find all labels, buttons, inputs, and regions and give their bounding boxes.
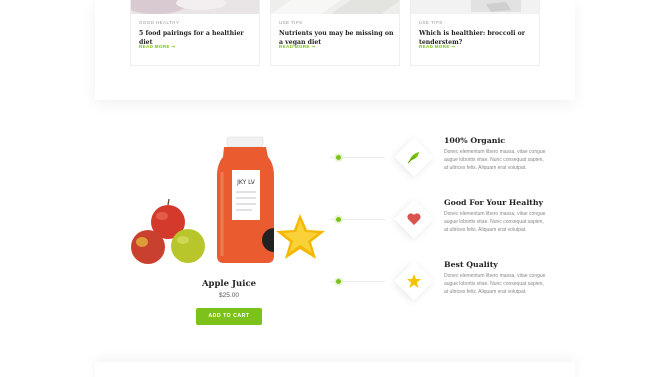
feature-title: 100% Organic <box>444 136 506 145</box>
blog-thumbnail[interactable] <box>131 0 259 14</box>
read-more-label: READ MORE <box>419 44 450 49</box>
blog-card[interactable]: GOOD HEALTHY 5 food pairings for a healt… <box>130 0 260 66</box>
product-image[interactable]: JKY LV <box>128 132 333 270</box>
heart-icon <box>403 208 425 230</box>
feature-description: Donec elementum libero massa, vitae cong… <box>444 149 546 172</box>
read-more-label: READ MORE <box>139 44 170 49</box>
feature-description: Donec elementum libero massa, vitae cong… <box>444 273 546 296</box>
feature-description: Donec elementum libero massa, vitae cong… <box>444 211 546 234</box>
feature-dot <box>334 153 343 162</box>
blog-card[interactable]: USE TIPS Nutrients you may be missing on… <box>270 0 400 66</box>
blog-category: USE TIPS <box>279 20 303 25</box>
star-icon <box>403 270 425 292</box>
feature-title: Best Quality <box>444 260 498 269</box>
arrow-right-icon: ➞ <box>171 44 176 49</box>
product-price: $25.00 <box>219 292 239 299</box>
bottle-label-text: JKY LV <box>236 179 256 186</box>
read-more-link[interactable]: READ MORE ➞ <box>139 44 176 50</box>
leaf-icon <box>403 146 425 168</box>
feature-title: Good For Your Healthy <box>444 198 544 207</box>
blog-card[interactable]: USE TIPS Which is healthier: broccoli or… <box>410 0 540 66</box>
read-more-link[interactable]: READ MORE ➞ <box>419 44 456 50</box>
product-name[interactable]: Apple Juice <box>180 279 278 289</box>
read-more-link[interactable]: READ MORE ➞ <box>279 44 316 50</box>
blog-thumbnail[interactable] <box>411 0 539 14</box>
next-section <box>95 362 575 377</box>
add-to-cart-button[interactable]: ADD TO CART <box>196 308 262 325</box>
arrow-right-icon: ➞ <box>311 44 316 49</box>
feature-dot <box>334 215 343 224</box>
blog-category: USE TIPS <box>419 20 443 25</box>
arrow-right-icon: ➞ <box>451 44 456 49</box>
feature-dot <box>334 277 343 286</box>
blog-thumbnail[interactable] <box>271 0 399 14</box>
read-more-label: READ MORE <box>279 44 310 49</box>
blog-category: GOOD HEALTHY <box>139 20 180 25</box>
